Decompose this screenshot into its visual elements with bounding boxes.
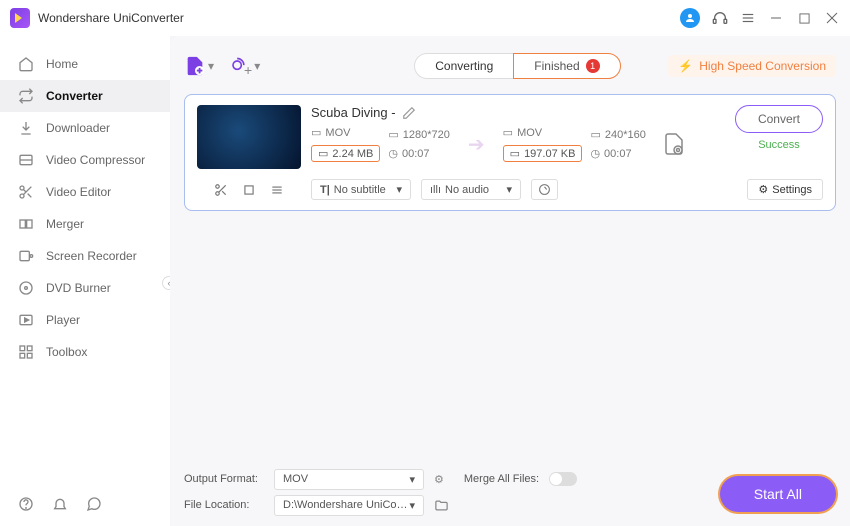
clock-icon: ◷ xyxy=(388,147,398,160)
sidebar-label: DVD Burner xyxy=(46,281,111,295)
bell-icon[interactable] xyxy=(52,496,68,512)
folder-icon: ▭ xyxy=(510,147,520,160)
folder-icon: ▭ xyxy=(318,147,328,160)
scissors-icon xyxy=(18,184,34,200)
gear-icon: ⚙ xyxy=(758,183,768,196)
disc-icon xyxy=(18,280,34,296)
chevron-down-icon: ▾ xyxy=(254,59,260,73)
sidebar-item-compressor[interactable]: Video Compressor xyxy=(0,144,170,176)
finished-count-badge: 1 xyxy=(586,59,600,73)
maximize-button[interactable] xyxy=(796,10,812,26)
headset-icon[interactable] xyxy=(712,10,728,26)
resolution-icon: ▭ xyxy=(388,128,398,141)
add-url-button[interactable]: +▾ xyxy=(228,54,260,78)
sidebar-label: Video Editor xyxy=(46,185,111,199)
more-icon[interactable] xyxy=(270,183,284,197)
sidebar-item-downloader[interactable]: Downloader xyxy=(0,112,170,144)
download-icon xyxy=(18,120,34,136)
convert-button[interactable]: Convert xyxy=(735,105,823,133)
start-all-button[interactable]: Start All xyxy=(720,476,836,512)
format-settings-icon[interactable]: ⚙ xyxy=(434,473,444,486)
chevron-down-icon: ▾ xyxy=(409,473,415,486)
file-card: Scuba Diving - ▭ MOV ▭ 2.24 MB ▭ 1280*720 ◷… xyxy=(184,94,836,211)
sidebar-item-dvd[interactable]: DVD Burner xyxy=(0,272,170,304)
app-title: Wondershare UniConverter xyxy=(38,11,184,25)
sidebar-label: Player xyxy=(46,313,80,327)
src-size: 2.24 MB xyxy=(332,148,373,160)
file-name: Scuba Diving - xyxy=(311,105,396,120)
crop-icon[interactable] xyxy=(242,183,256,197)
settings-button[interactable]: ⚙Settings xyxy=(747,179,823,200)
close-button[interactable] xyxy=(824,10,840,26)
src-dur: 00:07 xyxy=(402,148,430,160)
sidebar-label: Downloader xyxy=(46,121,110,135)
edit-name-icon[interactable] xyxy=(402,106,416,120)
merge-label: Merge All Files: xyxy=(464,473,539,485)
converter-icon xyxy=(18,88,34,104)
merge-toggle[interactable] xyxy=(549,472,577,486)
add-file-button[interactable]: ▾ xyxy=(184,55,214,77)
sidebar-label: Merger xyxy=(46,217,84,231)
sidebar: Home Converter Downloader Video Compress… xyxy=(0,36,170,526)
user-avatar-icon[interactable] xyxy=(680,8,700,28)
high-speed-button[interactable]: ⚡High Speed Conversion xyxy=(668,55,836,77)
tab-converting[interactable]: Converting xyxy=(414,53,513,79)
output-format-select[interactable]: MOV▾ xyxy=(274,469,424,490)
src-format: MOV xyxy=(325,127,350,139)
dst-format: MOV xyxy=(517,127,542,139)
hamburger-menu-icon[interactable] xyxy=(740,10,756,26)
compress-icon xyxy=(18,152,34,168)
sidebar-item-converter[interactable]: Converter xyxy=(0,80,170,112)
file-icon: ▭ xyxy=(503,126,513,139)
tab-finished[interactable]: Finished1 xyxy=(513,53,620,79)
video-thumbnail[interactable] xyxy=(197,105,301,169)
chevron-down-icon: ▾ xyxy=(506,183,512,196)
src-res: 1280*720 xyxy=(403,129,450,141)
play-icon xyxy=(18,312,34,328)
recorder-icon xyxy=(18,248,34,264)
dst-size: 197.07 KB xyxy=(524,148,575,160)
trim-icon[interactable] xyxy=(214,183,228,197)
sidebar-label: Video Compressor xyxy=(46,153,145,167)
sidebar-item-home[interactable]: Home xyxy=(0,48,170,80)
grid-icon xyxy=(18,344,34,360)
dst-dur: 00:07 xyxy=(604,148,632,160)
open-folder-icon[interactable] xyxy=(434,498,449,513)
sidebar-label: Screen Recorder xyxy=(46,249,137,263)
help-icon[interactable] xyxy=(18,496,34,512)
chevron-down-icon: ▾ xyxy=(208,59,214,73)
sidebar-label: Home xyxy=(46,57,78,71)
dst-res: 240*160 xyxy=(605,129,646,141)
sidebar-label: Toolbox xyxy=(46,345,87,359)
status-label: Success xyxy=(758,139,800,151)
arrow-right-icon: ➔ xyxy=(468,132,485,157)
sidebar-item-editor[interactable]: Video Editor xyxy=(0,176,170,208)
merge-icon xyxy=(18,216,34,232)
sidebar-item-player[interactable]: Player xyxy=(0,304,170,336)
file-location-select[interactable]: D:\Wondershare UniConverter▾ xyxy=(274,495,424,516)
audio-select[interactable]: ıllıNo audio▾ xyxy=(421,179,521,200)
file-icon: ▭ xyxy=(311,126,321,139)
sidebar-label: Converter xyxy=(46,89,103,103)
resolution-icon: ▭ xyxy=(590,128,600,141)
chevron-down-icon: ▾ xyxy=(409,499,415,512)
app-logo xyxy=(10,8,30,28)
sidebar-item-toolbox[interactable]: Toolbox xyxy=(0,336,170,368)
sidebar-item-recorder[interactable]: Screen Recorder xyxy=(0,240,170,272)
output-settings-icon[interactable] xyxy=(662,132,686,156)
minimize-button[interactable] xyxy=(768,10,784,26)
chevron-down-icon: ▾ xyxy=(396,183,402,196)
feedback-icon[interactable] xyxy=(86,496,102,512)
clock-icon: ◷ xyxy=(590,147,600,160)
speed-icon[interactable] xyxy=(531,179,558,200)
home-icon xyxy=(18,56,34,72)
subtitle-select[interactable]: T|No subtitle▾ xyxy=(311,179,411,200)
output-format-label: Output Format: xyxy=(184,473,264,485)
file-location-label: File Location: xyxy=(184,499,264,511)
sidebar-item-merger[interactable]: Merger xyxy=(0,208,170,240)
lightning-icon: ⚡ xyxy=(678,59,693,73)
